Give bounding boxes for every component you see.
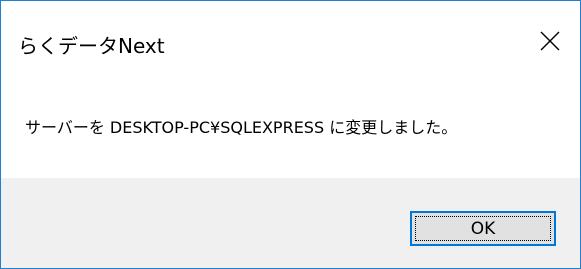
dialog-content: サーバーを DESKTOP-PC¥SQLEXPRESS に変更しました。: [1, 98, 580, 178]
close-button[interactable]: [520, 1, 580, 81]
message-dialog: らくデータNext サーバーを DESKTOP-PC¥SQLEXPRESS に変…: [0, 0, 581, 269]
dialog-footer: OK: [1, 178, 580, 268]
dialog-message: サーバーを DESKTOP-PC¥SQLEXPRESS に変更しました。: [25, 118, 458, 137]
ok-button-label: OK: [470, 218, 496, 239]
close-icon: [540, 31, 560, 51]
title-bar[interactable]: らくデータNext: [1, 1, 580, 98]
ok-button[interactable]: OK: [410, 211, 556, 246]
window-title: らくデータNext: [18, 34, 165, 58]
